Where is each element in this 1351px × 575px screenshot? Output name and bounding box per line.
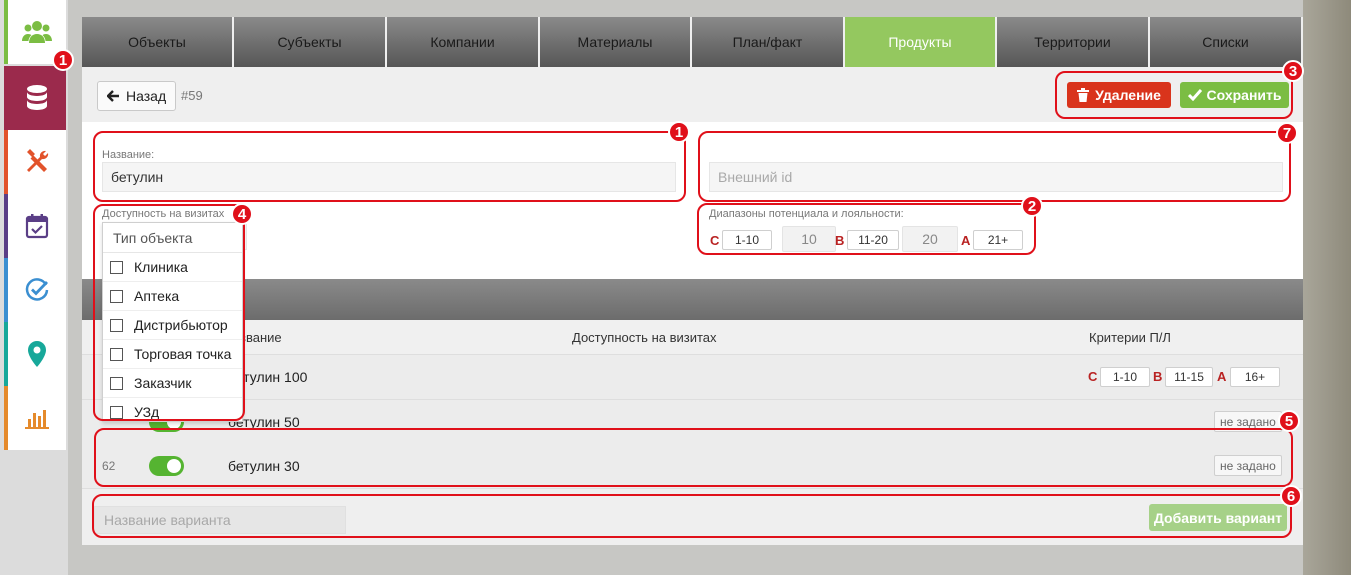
option-label: Дистрибьютор (134, 317, 228, 333)
delete-button[interactable]: Удаление (1067, 82, 1171, 108)
ranges-label: Диапазоны потенциала и лояльности: (709, 208, 904, 220)
check-circle-icon (25, 278, 49, 301)
object-type-dropdown: Тип объекта Клиника Аптека Дистрибьютор … (102, 222, 243, 422)
dropdown-option[interactable]: Дистрибьютор (103, 311, 242, 340)
table-row[interactable]: 62 бетулин 30 не задано (82, 444, 1303, 489)
row-name: бетулин 30 (228, 458, 300, 474)
sidebar-item-calendar[interactable] (4, 194, 66, 258)
checkbox[interactable] (110, 405, 123, 419)
tab-plan-fact[interactable]: План/факт (692, 17, 845, 67)
annotation-marker: 1 (52, 49, 74, 71)
database-icon (27, 85, 47, 110)
dropdown-header: Тип объекта (103, 223, 242, 253)
tools-icon (27, 149, 49, 172)
sidebar-item-database[interactable] (4, 66, 66, 130)
external-id-field[interactable]: Внешний id (709, 162, 1283, 192)
product-form: Название: бетулин Внешний id Доступность… (82, 122, 1303, 279)
criteria-not-set-badge[interactable]: не задано (1214, 411, 1282, 432)
add-variant-button[interactable]: Добавить вариант (1149, 504, 1287, 531)
sidebar-item-tasks[interactable] (4, 258, 66, 322)
criteria-c-range[interactable]: 1-10 (1100, 367, 1150, 387)
criteria-letter-c: C (1088, 369, 1098, 384)
variants-table-header: звание Доступность на визитах Критерии П… (82, 320, 1303, 355)
variant-name-input[interactable]: Название варианта (94, 506, 346, 534)
range-letter-c: C (710, 233, 720, 248)
dropdown-option[interactable]: Торговая точка (103, 340, 242, 369)
option-label: УЗд (134, 404, 160, 420)
arrow-left-icon (107, 90, 119, 102)
dropdown-option[interactable]: Заказчик (103, 369, 242, 398)
back-button[interactable]: Назад (97, 81, 177, 111)
save-button[interactable]: Сохранить (1180, 82, 1289, 108)
dropdown-option[interactable]: УЗд (103, 398, 242, 426)
criteria-not-set-badge[interactable]: не задано (1214, 455, 1282, 476)
tab-materials[interactable]: Материалы (540, 17, 692, 67)
range-letter-b: B (835, 233, 845, 248)
criteria-letter-a: A (1217, 369, 1227, 384)
range-letter-a: A (961, 233, 971, 248)
dropdown-option[interactable]: Клиника (103, 253, 242, 282)
name-label: Название: (102, 149, 155, 161)
sidebar-item-tools[interactable] (4, 130, 66, 194)
column-availability-header: Доступность на визитах (572, 330, 717, 345)
option-label: Заказчик (134, 375, 192, 391)
save-button-label: Сохранить (1206, 87, 1282, 103)
annotation-marker: 7 (1276, 122, 1298, 144)
trash-icon (1077, 88, 1090, 102)
criteria-b-range[interactable]: 11-15 (1165, 367, 1213, 387)
option-label: Клиника (134, 259, 188, 275)
main-tabs: Объекты Субъекты Компании Материалы План… (82, 17, 1303, 67)
tab-objects[interactable]: Объекты (82, 17, 234, 67)
check-icon (1187, 89, 1202, 101)
criteria-a-range[interactable]: 16+ (1230, 367, 1280, 387)
range-a-input[interactable]: 21+ (973, 230, 1023, 250)
annotation-marker: 6 (1280, 485, 1302, 507)
back-button-label: Назад (126, 88, 167, 104)
sidebar (0, 0, 68, 575)
delete-button-label: Удаление (1095, 87, 1161, 103)
row-id: 62 (102, 459, 116, 473)
product-editor-panel: Объекты Субъекты Компании Материалы План… (82, 17, 1303, 545)
option-label: Торговая точка (134, 346, 232, 362)
range-c-input[interactable]: 1-10 (722, 230, 772, 250)
range-b-input[interactable]: 11-20 (847, 230, 899, 250)
table-row[interactable]: бетулин 50 не задано (82, 400, 1303, 445)
variants-header-bar (82, 279, 1303, 320)
tab-subjects[interactable]: Субъекты (234, 17, 387, 67)
option-label: Аптека (134, 288, 180, 304)
annotation-marker: 5 (1278, 410, 1300, 432)
bar-chart-icon (25, 410, 49, 429)
tab-products[interactable]: Продукты (845, 17, 997, 67)
dropdown-option[interactable]: Аптека (103, 282, 242, 311)
active-toggle[interactable] (149, 456, 184, 476)
checkbox[interactable] (110, 347, 123, 361)
table-row[interactable]: бетулин 100 C 1-10 B 11-15 A 16+ (82, 355, 1303, 400)
record-id: #59 (181, 88, 203, 103)
checkbox[interactable] (110, 318, 123, 332)
sidebar-item-map[interactable] (4, 322, 66, 386)
column-criteria-header: Критерии П/Л (1089, 330, 1171, 345)
range-b-threshold[interactable]: 20 (902, 226, 958, 252)
users-icon (22, 21, 52, 43)
criteria-letter-b: B (1153, 369, 1163, 384)
calendar-icon (25, 214, 49, 239)
tab-companies[interactable]: Компании (387, 17, 540, 67)
annotation-marker: 3 (1282, 60, 1304, 82)
sidebar-item-reports[interactable] (4, 386, 66, 450)
tab-territories[interactable]: Территории (997, 17, 1150, 67)
range-c-threshold[interactable]: 10 (782, 226, 836, 252)
column-name-header: звание (240, 330, 282, 345)
map-pin-icon (28, 341, 46, 367)
annotation-marker: 4 (231, 203, 253, 225)
checkbox[interactable] (110, 376, 123, 390)
page-background-strip (1303, 0, 1351, 575)
annotation-marker: 2 (1021, 195, 1043, 217)
checkbox[interactable] (110, 260, 123, 274)
availability-label: Доступность на визитах (102, 208, 225, 220)
tab-lists[interactable]: Списки (1150, 17, 1303, 67)
checkbox[interactable] (110, 289, 123, 303)
annotation-marker: 1 (668, 121, 690, 143)
name-field[interactable]: бетулин (102, 162, 676, 192)
